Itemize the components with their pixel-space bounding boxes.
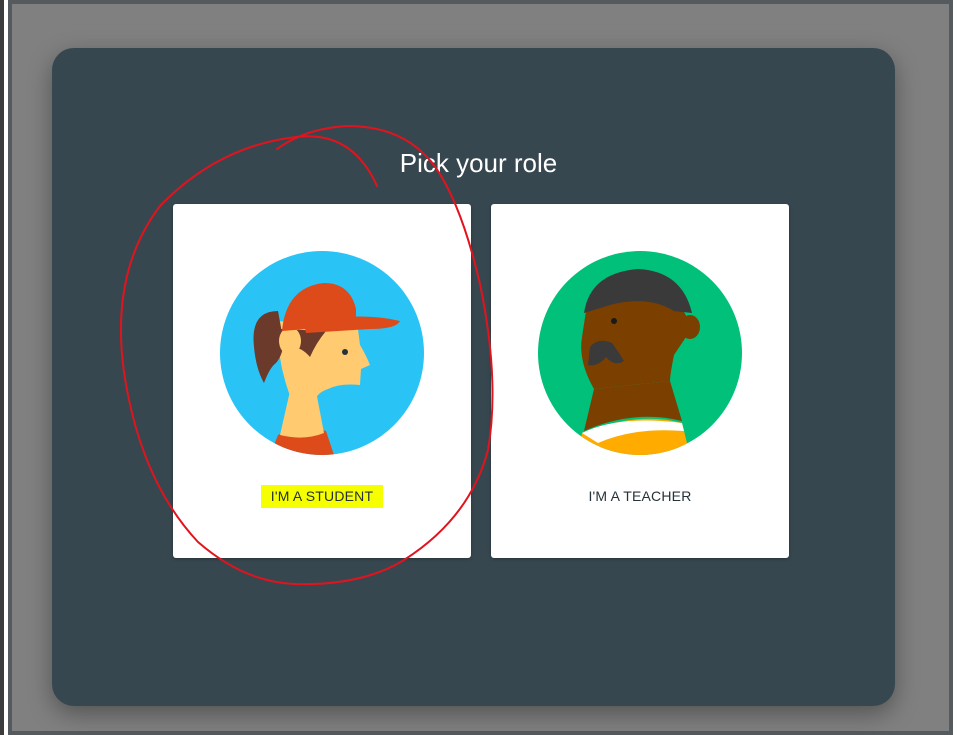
teacher-avatar-icon bbox=[538, 251, 742, 455]
student-role-label: I'M A STUDENT bbox=[173, 485, 471, 508]
dialog-title: Pick your role bbox=[399, 148, 558, 178]
teacher-role-card[interactable]: I'M A TEACHER bbox=[491, 204, 789, 558]
student-role-card[interactable]: I'M A STUDENT bbox=[173, 204, 471, 558]
window-edge bbox=[0, 0, 4, 735]
student-avatar-icon bbox=[220, 251, 424, 455]
teacher-label-text: I'M A TEACHER bbox=[588, 488, 692, 504]
student-label-highlight: I'M A STUDENT bbox=[260, 485, 384, 508]
teacher-role-label: I'M A TEACHER bbox=[491, 488, 789, 504]
